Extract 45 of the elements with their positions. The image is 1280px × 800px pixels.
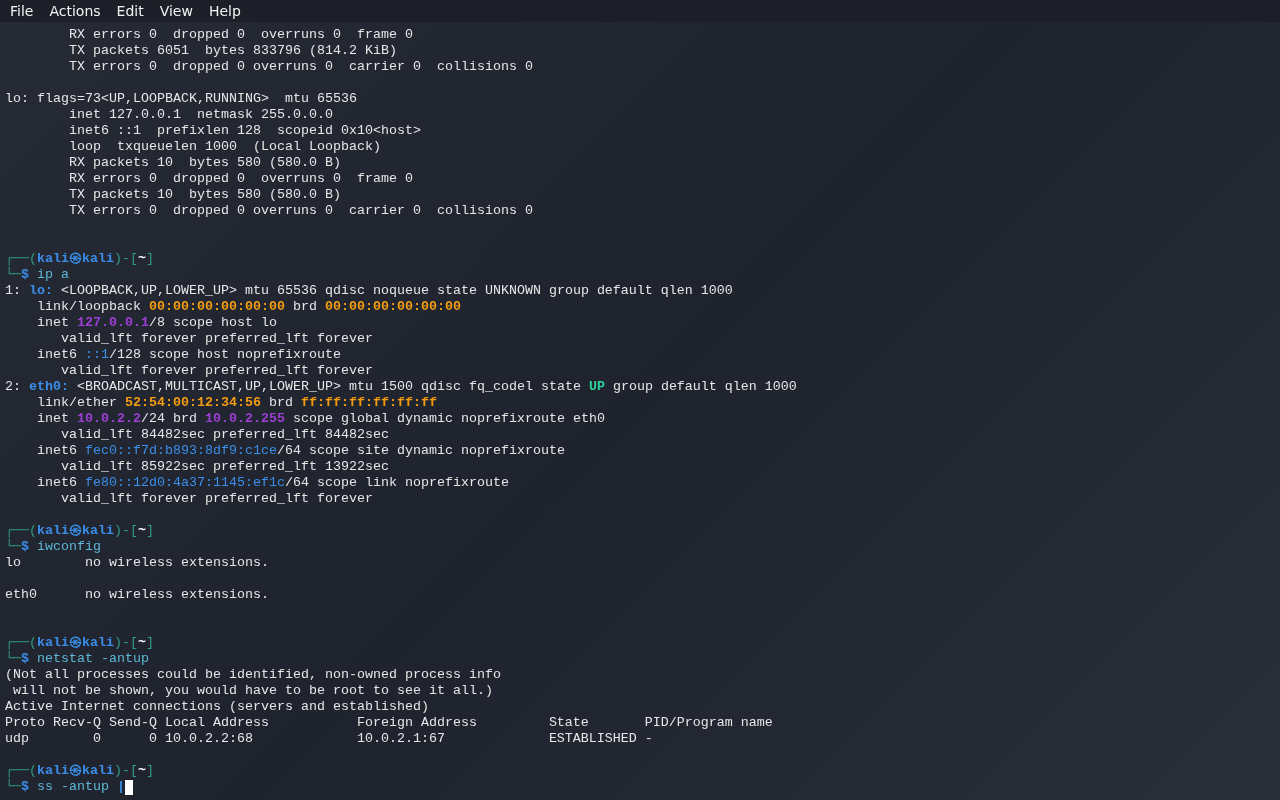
terminal-line: valid_lft 85922sec preferred_lft 13922sec	[60, 459, 389, 475]
terminal-line: udp 0 0 10.0.2.2:68 10.0.2.1:67 ESTABLISHED -	[5, 731, 653, 747]
terminal-line: lo no wireless extensions.	[5, 555, 269, 571]
terminal-line: TX packets 10 bytes 580 (580.0 B)	[68, 187, 341, 203]
terminal-line: └─$ netstat -antup	[5, 651, 149, 667]
terminal-line: lo: flags=73<UP,LOOPBACK,RUNNING> mtu 65536	[5, 91, 357, 107]
terminal-line: inet6 ::1/128 scope host noprefixroute	[36, 347, 341, 363]
terminal-line: ┌──(kali㉿kali)-[~]	[5, 251, 154, 267]
terminal-line: RX packets 10 bytes 580 (580.0 B)	[68, 155, 341, 171]
terminal-line: inet6 fe80::12d0:4a37:1145:ef1c/64 scope link noprefixroute	[36, 475, 509, 491]
terminal-line: valid_lft forever preferred_lft forever	[60, 331, 373, 347]
terminal-line: RX errors 0 dropped 0 overruns 0 frame 0	[68, 27, 413, 43]
terminal-line: └─$ iwconfig	[5, 539, 101, 555]
terminal-line: └─$ ss -antup |	[5, 779, 125, 795]
terminal-line: Proto Recv-Q Send-Q Local Address Foreign Address State PID/Program name	[5, 715, 773, 731]
menu-item[interactable]: Edit	[108, 0, 152, 22]
terminal-line: link/loopback 00:00:00:00:00:00 brd 00:00:00:00:00:00	[36, 299, 461, 315]
terminal-line: ┌──(kali㉿kali)-[~]	[5, 523, 154, 539]
terminal-line: inet 10.0.2.2/24 brd 10.0.2.255 scope global dynamic noprefixroute eth0	[36, 411, 605, 427]
terminal-line: will not be shown, you would have to be root to see it all.)	[12, 683, 493, 699]
terminal-line: RX errors 0 dropped 0 overruns 0 frame 0	[68, 171, 413, 187]
terminal-line: link/ether 52:54:00:12:34:56 brd ff:ff:ff:ff:ff:ff	[36, 395, 437, 411]
menu-item[interactable]: Help	[200, 0, 249, 22]
terminal-line: valid_lft forever preferred_lft forever	[60, 491, 373, 507]
terminal-line: inet 127.0.0.1 netmask 255.0.0.0	[68, 107, 333, 123]
terminal-line: TX packets 6051 bytes 833796 (814.2 KiB)	[68, 43, 397, 59]
terminal-line: ┌──(kali㉿kali)-[~]	[5, 635, 154, 651]
terminal-line: ┌──(kali㉿kali)-[~]	[5, 763, 154, 779]
terminal-line: valid_lft forever preferred_lft forever	[60, 363, 373, 379]
terminal-line: TX errors 0 dropped 0 overruns 0 carrier 0 collisions 0	[68, 203, 533, 219]
terminal-line: └─$ ip a	[5, 267, 69, 283]
terminal-line: 2: eth0: <BROADCAST,MULTICAST,UP,LOWER_UP> mtu 1500 qdisc fq_codel state UP group default qlen 1000	[5, 379, 797, 395]
terminal-line: (Not all processes could be identified, non-owned process info	[5, 667, 501, 683]
menu-item[interactable]: Actions	[41, 0, 109, 22]
terminal-line: inet6 fec0::f7d:b893:8df9:c1ce/64 scope site dynamic noprefixroute	[36, 443, 565, 459]
terminal-line: eth0 no wireless extensions.	[5, 587, 269, 603]
terminal-line: inet 127.0.0.1/8 scope host lo	[36, 315, 277, 331]
terminal-line: loop txqueuelen 1000 (Local Loopback)	[68, 139, 381, 155]
terminal-line: valid_lft 84482sec preferred_lft 84482sec	[60, 427, 389, 443]
menu-item[interactable]: File	[2, 0, 42, 22]
terminal-line: inet6 ::1 prefixlen 128 scopeid 0x10<host>	[68, 123, 421, 139]
terminal-line: 1: lo: <LOOPBACK,UP,LOWER_UP> mtu 65536 qdisc noqueue state UNKNOWN group default qlen 1000	[5, 283, 733, 299]
terminal-line: TX errors 0 dropped 0 overruns 0 carrier 0 collisions 0	[68, 59, 533, 75]
menu-item[interactable]: View	[151, 0, 201, 22]
terminal-line: Active Internet connections (servers and established)	[5, 699, 429, 715]
